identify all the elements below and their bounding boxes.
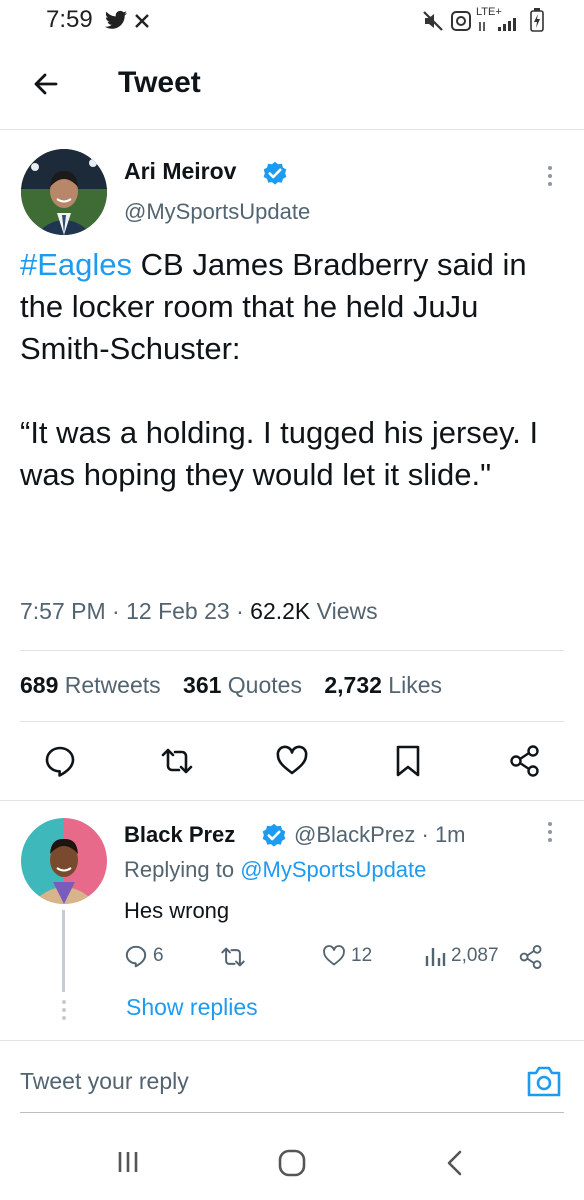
- reply-like-action[interactable]: 12: [322, 944, 372, 968]
- replying-to-line: Replying to @MySportsUpdate: [124, 857, 426, 883]
- meta-divider: [20, 650, 564, 651]
- views-bars-icon: [425, 948, 446, 966]
- replying-to-link[interactable]: @MySportsUpdate: [240, 857, 426, 882]
- reply-reply-count: 6: [153, 945, 164, 966]
- status-time: 7:59: [46, 6, 93, 33]
- show-replies-link[interactable]: Show replies: [126, 994, 258, 1021]
- home-icon[interactable]: [276, 1148, 308, 1178]
- signal-icon: [479, 18, 516, 31]
- likes-stat[interactable]: 2,732 Likes: [324, 672, 442, 698]
- page-title: Tweet: [118, 66, 201, 99]
- tweet-quote: “It was a holding. I tugged his jersey. …: [20, 415, 539, 492]
- views-count: 62.2K: [250, 598, 311, 624]
- mute-icon: [423, 11, 443, 31]
- thread-dots: [62, 1000, 66, 1024]
- header-divider: [0, 129, 584, 130]
- like-heart-icon[interactable]: [275, 744, 309, 778]
- actions-divider: [0, 800, 584, 801]
- reply-views-action[interactable]: 2,087: [424, 944, 499, 968]
- tweet-stats: 689 Retweets 361 Quotes 2,732 Likes: [20, 672, 442, 699]
- retweets-count: 689: [20, 672, 59, 698]
- reply-author-name[interactable]: Black Prez: [124, 822, 235, 848]
- tweet-metadata: 7:57 PM · 12 Feb 23 · 62.2K Views: [20, 598, 378, 625]
- camera-icon[interactable]: [526, 1064, 562, 1098]
- views-label: Views: [316, 598, 378, 624]
- reply-author-handle: @BlackPrez · 1m: [294, 822, 466, 848]
- retweets-stat[interactable]: 689 Retweets: [20, 672, 161, 698]
- reply-icon[interactable]: [43, 744, 77, 778]
- reply-handle-text[interactable]: @BlackPrez: [294, 822, 415, 847]
- meta-sep: ·: [112, 598, 127, 624]
- x-notification-icon: [135, 14, 149, 28]
- reply-reply-icon: [125, 945, 147, 968]
- back-nav-icon[interactable]: [442, 1148, 468, 1178]
- reply-retweet-icon: [221, 947, 245, 967]
- reply-share-icon[interactable]: [518, 944, 544, 970]
- reply-more-icon[interactable]: [546, 822, 554, 846]
- share-icon[interactable]: [508, 744, 542, 778]
- network-type-label: LTE+: [476, 6, 502, 18]
- thread-line: [62, 910, 65, 992]
- reply-sep: ·: [415, 822, 435, 847]
- tweet-date: 12 Feb 23: [126, 598, 230, 624]
- author-handle[interactable]: @MySportsUpdate: [124, 199, 310, 225]
- compose-top-divider: [0, 1040, 584, 1041]
- tweet-time: 7:57 PM: [20, 598, 106, 624]
- reply-retweet-action[interactable]: [220, 944, 246, 970]
- replying-prefix: Replying to: [124, 857, 235, 882]
- tweet-more-icon[interactable]: [546, 166, 554, 190]
- hashtag-link[interactable]: #Eagles: [20, 247, 132, 282]
- reply-like-icon: [323, 945, 345, 966]
- data-saver-icon: [451, 11, 471, 31]
- reply-verified-badge-icon: [262, 823, 286, 847]
- battery-icon: [530, 8, 544, 32]
- quotes-count: 361: [183, 672, 222, 698]
- reply-compose-input[interactable]: Tweet your reply: [20, 1068, 189, 1095]
- back-arrow-icon[interactable]: [28, 66, 64, 102]
- reply-author-avatar[interactable]: [21, 818, 107, 904]
- reply-age: 1m: [434, 822, 466, 847]
- reply-like-count: 12: [351, 945, 373, 966]
- reply-reply-action[interactable]: 6: [124, 944, 164, 968]
- likes-label: Likes: [388, 672, 442, 698]
- compose-bottom-divider: [20, 1112, 564, 1113]
- reply-view-count: 2,087: [451, 945, 499, 966]
- quotes-label: Quotes: [227, 672, 302, 698]
- stats-divider: [20, 721, 564, 722]
- tweet-text: #Eagles CB James Bradberry said in the l…: [20, 244, 570, 496]
- quotes-stat[interactable]: 361 Quotes: [183, 672, 302, 698]
- recent-apps-icon[interactable]: [114, 1148, 142, 1176]
- author-name[interactable]: Ari Meirov: [124, 158, 236, 185]
- meta-sep: ·: [236, 598, 251, 624]
- bookmark-icon[interactable]: [391, 744, 425, 778]
- retweets-label: Retweets: [64, 672, 161, 698]
- verified-badge-icon: [263, 161, 287, 185]
- reply-text: Hes wrong: [124, 898, 230, 923]
- twitter-notification-icon: [105, 10, 127, 29]
- likes-count: 2,732: [324, 672, 382, 698]
- author-avatar[interactable]: [21, 149, 107, 235]
- retweet-icon[interactable]: [160, 744, 194, 778]
